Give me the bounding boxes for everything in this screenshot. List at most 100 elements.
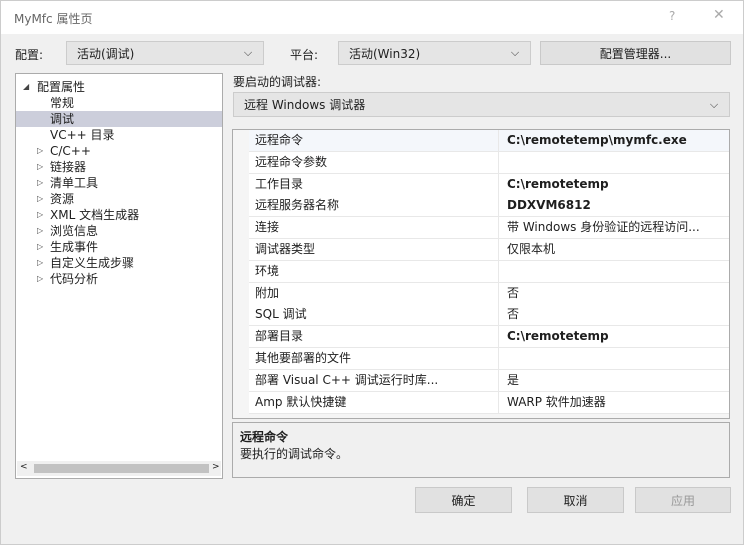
- tree-item[interactable]: 常规: [16, 95, 222, 111]
- property-row[interactable]: 环境: [249, 260, 729, 283]
- platform-select[interactable]: 活动(Win32) ⌵: [338, 41, 531, 65]
- scroll-left-icon[interactable]: <: [20, 462, 28, 472]
- tree-item-label: 配置属性: [37, 80, 86, 94]
- tree-item-label: 资源: [50, 192, 75, 206]
- tree-item[interactable]: ▷ 链接器: [16, 159, 222, 175]
- chevron-down-icon: ⌵: [510, 46, 520, 59]
- property-row[interactable]: 连接带 Windows 身份验证的远程访问...: [249, 217, 729, 240]
- config-select[interactable]: 活动(调试) ⌵: [66, 41, 264, 65]
- tree-item[interactable]: VC++ 目录: [16, 127, 222, 143]
- collapsed-arrow-icon[interactable]: ▷: [37, 175, 43, 191]
- expanded-arrow-icon[interactable]: ◢: [23, 79, 29, 95]
- property-row[interactable]: SQL 调试否: [249, 304, 729, 327]
- property-value[interactable]: [499, 261, 507, 282]
- property-value[interactable]: 仅限本机: [499, 239, 555, 260]
- ok-button[interactable]: 确定: [415, 487, 512, 513]
- property-name: 工作目录: [249, 173, 499, 195]
- window-title: MyMfc 属性页: [14, 12, 93, 26]
- property-value[interactable]: DDXVM6812: [499, 195, 591, 216]
- scroll-right-icon[interactable]: >: [212, 462, 220, 472]
- property-value[interactable]: 是: [499, 370, 519, 391]
- tree-item[interactable]: ▷ 浏览信息: [16, 223, 222, 239]
- collapsed-arrow-icon[interactable]: ▷: [37, 159, 43, 175]
- property-row[interactable]: 远程服务器名称 DDXVM6812: [249, 195, 729, 218]
- property-row[interactable]: Amp 默认快捷键 WARP 软件加速器: [249, 391, 729, 414]
- property-row[interactable]: 调试器类型 仅限本机: [249, 239, 729, 261]
- debugger-value: 远程 Windows 调试器: [244, 98, 366, 112]
- tree-item[interactable]: ◢ 配置属性: [16, 79, 222, 95]
- property-name: 调试器类型: [249, 239, 499, 260]
- property-row[interactable]: 远程命令 C:\remotetemp\mymfc.exe: [249, 130, 729, 152]
- property-value[interactable]: 带 Windows 身份验证的远程访问...: [499, 217, 700, 238]
- property-name: 其他要部署的文件: [249, 348, 499, 369]
- chevron-down-icon: ⌵: [243, 46, 253, 59]
- apply-button[interactable]: 应用: [635, 487, 731, 513]
- collapsed-arrow-icon[interactable]: ▷: [37, 207, 43, 223]
- description-panel: 远程命令 要执行的调试命令。: [232, 422, 730, 478]
- description-text: 要执行的调试命令。: [240, 447, 349, 461]
- tree-item-label: 常规: [50, 96, 75, 110]
- tree-item[interactable]: ▷ 清单工具: [16, 175, 222, 191]
- property-name: 远程命令: [249, 130, 499, 151]
- property-row[interactable]: 工作目录 C:\remotetemp: [249, 173, 729, 196]
- tree-item-label: 链接器: [50, 160, 87, 174]
- property-value[interactable]: C:\remotetemp: [499, 326, 609, 347]
- property-value[interactable]: 否: [499, 283, 519, 304]
- collapsed-arrow-icon[interactable]: ▷: [37, 143, 43, 159]
- property-value[interactable]: [499, 348, 507, 369]
- close-icon[interactable]: ✕: [713, 7, 725, 23]
- property-value[interactable]: [499, 152, 507, 173]
- tree-item[interactable]: ▷ XML 文档生成器: [16, 207, 222, 223]
- tree-item[interactable]: ▷ 代码分析: [16, 271, 222, 287]
- platform-value: 活动(Win32): [349, 46, 421, 61]
- config-value: 活动(调试): [77, 46, 135, 61]
- property-name: 远程命令参数: [249, 151, 499, 173]
- tree-item-label: 浏览信息: [50, 224, 99, 238]
- property-row[interactable]: 其他要部署的文件: [249, 348, 729, 370]
- property-value[interactable]: WARP 软件加速器: [499, 392, 606, 413]
- property-name: 部署 Visual C++ 调试运行时库...: [249, 369, 499, 391]
- tree-item[interactable]: ▷ 生成事件: [16, 239, 222, 255]
- help-icon[interactable]: ?: [669, 9, 675, 23]
- title-bar: MyMfc 属性页 ? ✕: [1, 1, 743, 34]
- property-tree[interactable]: ◢ 配置属性常规调试 VC++ 目录 ▷ C/C++ ▷ 链接器 ▷ 清单工具 ▷ 资源 ▷ XML 文…: [15, 73, 223, 479]
- property-row[interactable]: 部署目录 C:\remotetemp: [249, 326, 729, 349]
- tree-item-label: 代码分析: [50, 272, 99, 286]
- tree-item[interactable]: ▷ 资源: [16, 191, 222, 207]
- tree-item[interactable]: ▷ C/C++: [16, 143, 222, 159]
- property-value[interactable]: 否: [499, 304, 519, 325]
- tree-item-label: C/C++: [50, 144, 91, 158]
- property-name: 连接: [249, 217, 499, 239]
- property-name: Amp 默认快捷键: [249, 391, 499, 413]
- tree-item[interactable]: 调试: [16, 111, 222, 127]
- chevron-down-icon: ⌵: [709, 97, 719, 111]
- collapsed-arrow-icon[interactable]: ▷: [37, 191, 43, 207]
- collapsed-arrow-icon[interactable]: ▷: [37, 271, 43, 287]
- tree-item-label: VC++ 目录: [50, 128, 115, 142]
- tree-item-label: 调试: [50, 112, 75, 126]
- property-grid[interactable]: 远程命令 C:\remotetemp\mymfc.exe 远程命令参数 工作目录 C:\…: [232, 129, 730, 419]
- tree-item-label: 生成事件: [50, 240, 99, 254]
- property-name: 环境: [249, 260, 499, 282]
- property-name: 部署目录: [249, 326, 499, 348]
- config-manager-button[interactable]: 配置管理器...: [540, 41, 731, 65]
- property-row[interactable]: 附加否: [249, 282, 729, 305]
- property-row[interactable]: 部署 Visual C++ 调试运行时库... 是: [249, 369, 729, 392]
- horizontal-scrollbar[interactable]: < >: [17, 461, 221, 476]
- debugger-label: 要启动的调试器:: [233, 75, 322, 89]
- property-name: 附加: [249, 282, 499, 304]
- property-value[interactable]: C:\remotetemp: [499, 174, 609, 195]
- cancel-button[interactable]: 取消: [527, 487, 624, 513]
- property-name: SQL 调试: [249, 304, 499, 326]
- debugger-select[interactable]: 远程 Windows 调试器 ⌵: [233, 92, 730, 117]
- tree-item[interactable]: ▷ 自定义生成步骤: [16, 255, 222, 271]
- description-title: 远程命令: [240, 430, 289, 444]
- property-value[interactable]: C:\remotetemp\mymfc.exe: [499, 130, 687, 151]
- collapsed-arrow-icon[interactable]: ▷: [37, 239, 43, 255]
- collapsed-arrow-icon[interactable]: ▷: [37, 255, 43, 271]
- property-row[interactable]: 远程命令参数: [249, 151, 729, 174]
- collapsed-arrow-icon[interactable]: ▷: [37, 223, 43, 239]
- scroll-thumb[interactable]: [34, 464, 209, 473]
- tree-item-label: 清单工具: [50, 176, 99, 190]
- platform-label: 平台:: [290, 48, 319, 62]
